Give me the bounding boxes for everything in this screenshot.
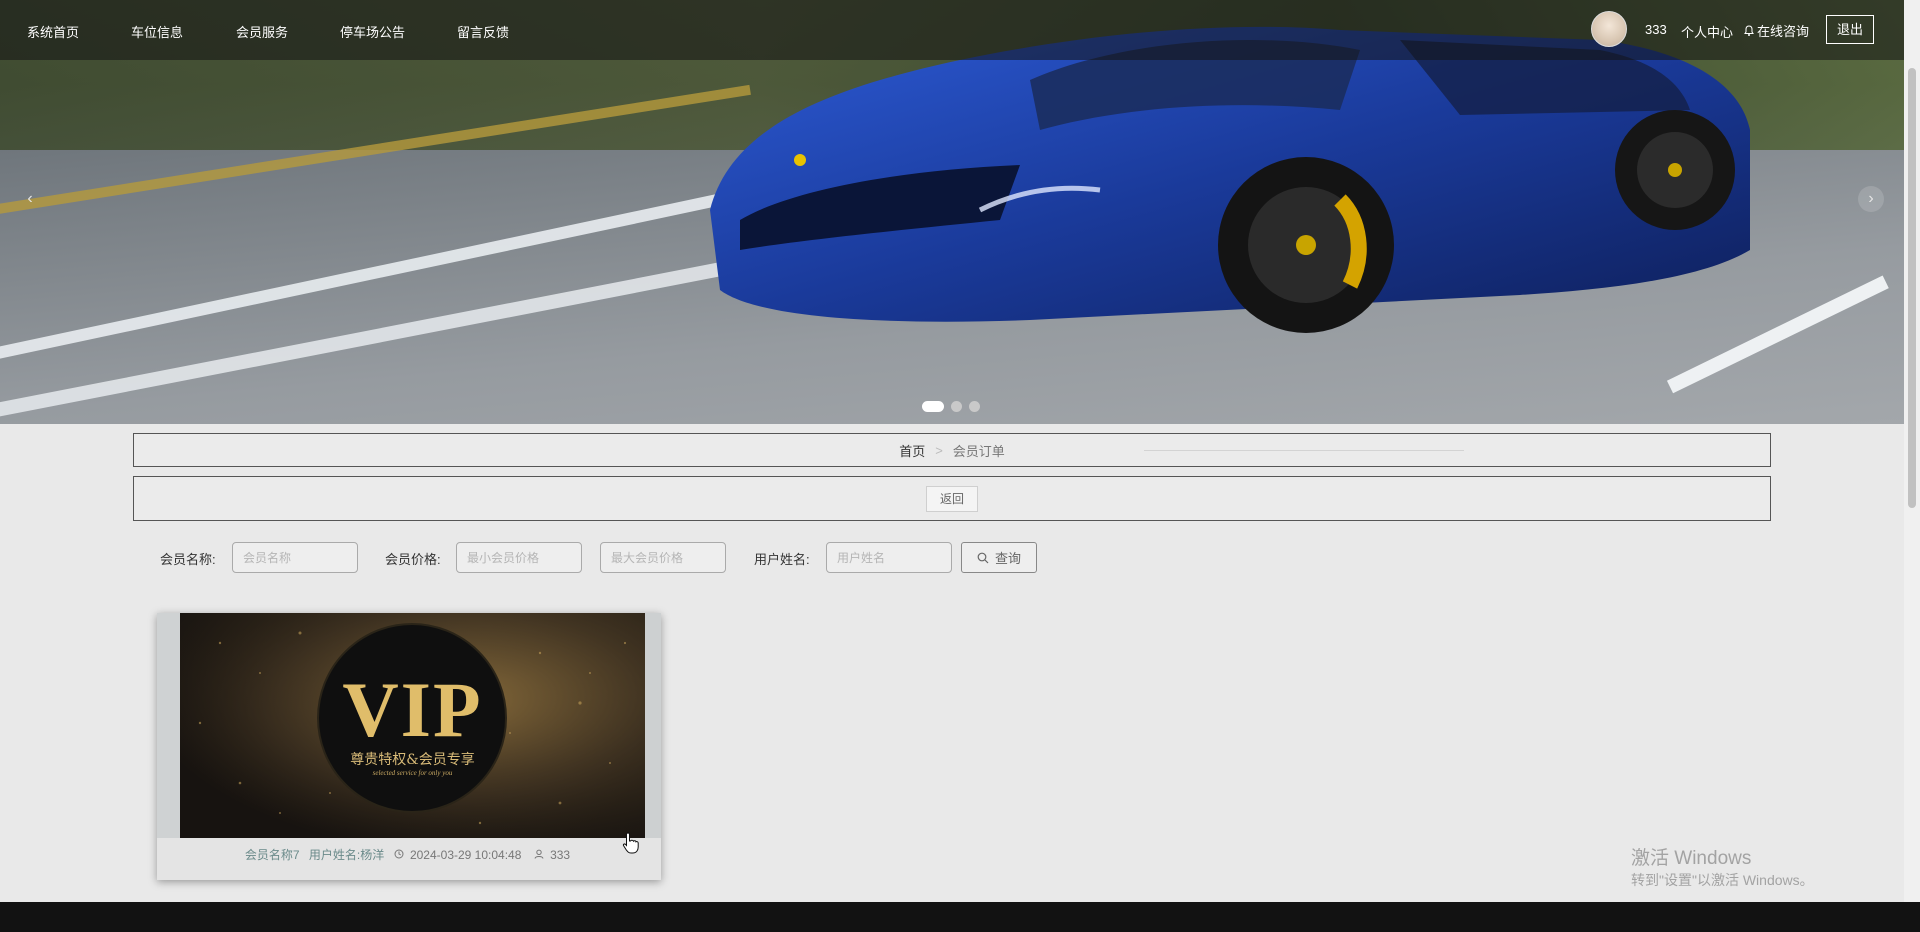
back-bar: 返回 [133,476,1771,521]
nav-item-member-service[interactable]: 会员服务 [236,22,288,41]
max-price-input[interactable] [600,542,726,573]
carousel-next-button[interactable]: › [1858,186,1884,212]
order-account: 333 [534,848,573,862]
nav-item-parking-spaces[interactable]: 车位信息 [131,22,183,41]
order-user-name: 用户姓名:杨洋 [308,848,385,862]
bell-icon [1744,25,1754,36]
scrollbar-thumb[interactable] [1908,68,1916,508]
min-price-input[interactable] [456,542,582,573]
back-button[interactable]: 返回 [926,486,978,512]
member-name-label: 会员名称: [160,552,216,567]
sports-car-image [710,26,1750,333]
hero-carousel: ‹ › [0,0,1904,424]
breadcrumb: 首页 > 会员订单 [133,433,1771,467]
member-name-input[interactable] [232,542,358,573]
member-order-card[interactable]: VIP 尊贵特权&会员专享 selected service for only … [157,613,661,880]
page-footer [0,902,1920,932]
user-name-label: 用户姓名: [754,552,810,567]
logout-button[interactable]: 退出 [1826,15,1874,44]
order-time: 2024-03-29 10:04:48 [394,848,528,862]
vip-subcaption: selected service for only you [372,769,453,777]
vip-caption: 尊贵特权&会员专享 [350,752,475,768]
breadcrumb-separator: > [935,442,943,458]
online-consult-label: 在线咨询 [1757,24,1810,39]
vip-badge-text: VIP [342,666,483,753]
search-icon [977,552,989,563]
windows-activation-hint: 转到"设置"以激活 Windows。 [1631,872,1814,888]
member-price-label: 会员价格: [385,552,441,567]
order-account-value: 333 [550,848,571,862]
hand-cursor-icon [622,832,639,854]
windows-activation-title: 激活 Windows [1631,848,1752,869]
user-icon [534,849,544,859]
top-navbar: 系统首页 车位信息 会员服务 停车场公告 留言反馈 333 个人中心 在线咨询 … [0,0,1904,60]
username: 333 [1645,22,1667,37]
carousel-prev-button[interactable]: ‹ [17,186,43,212]
vip-card-image: VIP 尊贵特权&会员专享 selected service for only … [180,613,645,838]
user-name-input[interactable] [826,542,952,573]
carousel-indicators [922,401,980,412]
online-consult-link[interactable]: 在线咨询 [1744,21,1809,40]
carousel-dot-3[interactable] [969,401,980,412]
query-button[interactable]: 查询 [961,542,1037,573]
card-edge-right [645,613,661,838]
breadcrumb-current: 会员订单 [952,443,1005,459]
nav-item-home[interactable]: 系统首页 [27,22,79,41]
carousel-dot-1[interactable] [922,401,944,412]
user-center-link[interactable]: 个人中心 [1681,22,1733,41]
nav-item-feedback[interactable]: 留言反馈 [457,22,509,41]
page-scrollbar[interactable] [1904,0,1920,902]
order-time-value: 2024-03-29 10:04:48 [409,848,522,862]
carousel-dot-2[interactable] [951,401,962,412]
nav-item-announcements[interactable]: 停车场公告 [340,22,405,41]
order-meta: 会员名称7 用户姓名:杨洋 2024-03-29 10:04:48 333 [157,846,661,863]
avatar[interactable] [1591,11,1627,47]
breadcrumb-home[interactable]: 首页 [899,441,925,460]
query-button-label: 查询 [994,551,1021,566]
clock-icon [394,849,404,859]
breadcrumb-divider [1144,450,1464,451]
order-member-name: 会员名称7 [244,848,300,862]
card-edge-left [157,613,180,838]
